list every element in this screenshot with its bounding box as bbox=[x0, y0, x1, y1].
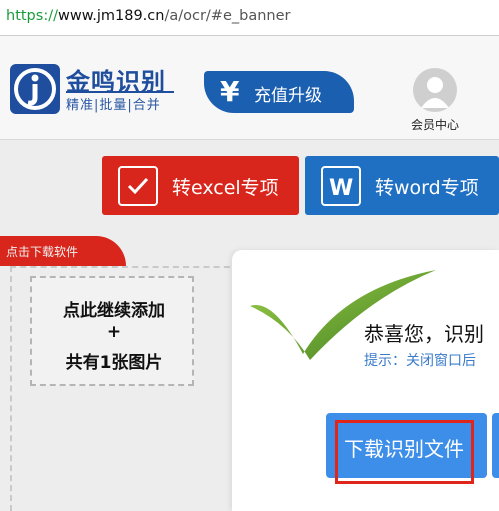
highlight-box bbox=[335, 420, 474, 484]
recharge-button[interactable]: ¥ 充值升级 bbox=[204, 71, 354, 113]
convert-word-label: 转word专项 bbox=[375, 177, 479, 199]
url-text[interactable]: https://www.jm189.cn/a/ocr/#e_banner bbox=[6, 8, 290, 24]
recharge-label: 充值升级 bbox=[254, 86, 322, 106]
convert-excel-button[interactable]: 转excel专项 bbox=[102, 156, 299, 215]
dialog-title: 恭喜您，识别 bbox=[364, 322, 484, 346]
download-software-label: 点击下载软件 bbox=[6, 245, 79, 259]
secondary-dialog-button[interactable] bbox=[492, 413, 499, 478]
url-path: /a/ocr/#e_banner bbox=[164, 8, 291, 24]
site-header: 金鸣识别 精准|批量|合并 ¥ 充值升级 会员中心 bbox=[0, 36, 499, 140]
url-host: www.jm189.cn bbox=[57, 8, 165, 24]
logo-divider bbox=[66, 91, 174, 93]
plus-icon: + bbox=[106, 322, 122, 342]
convert-excel-label: 转excel专项 bbox=[172, 177, 279, 199]
logo-subtitle: 精准|批量|合并 bbox=[66, 98, 161, 113]
url-scheme: https:// bbox=[6, 8, 58, 24]
member-center-button[interactable]: 会员中心 bbox=[405, 68, 465, 138]
image-count-label: 共有1张图片 bbox=[65, 353, 163, 373]
svg-text:W: W bbox=[329, 176, 353, 201]
avatar-icon bbox=[413, 68, 457, 112]
dialog-tip: 提示：关闭窗口后 bbox=[364, 353, 476, 369]
add-more-label: 点此继续添加 bbox=[63, 301, 165, 321]
convert-word-button[interactable]: W 转word专项 bbox=[305, 156, 499, 215]
yen-icon: ¥ bbox=[220, 75, 240, 108]
address-bar[interactable]: https://www.jm189.cn/a/ocr/#e_banner bbox=[0, 0, 499, 36]
member-center-label: 会员中心 bbox=[410, 118, 459, 132]
checkbox-icon bbox=[118, 166, 158, 206]
download-software-tab[interactable]: 点击下载软件 bbox=[0, 236, 126, 266]
logo-icon[interactable] bbox=[10, 64, 60, 114]
add-image-box[interactable]: 点此继续添加 + 共有1张图片 bbox=[30, 276, 194, 386]
word-doc-icon: W bbox=[321, 166, 361, 206]
